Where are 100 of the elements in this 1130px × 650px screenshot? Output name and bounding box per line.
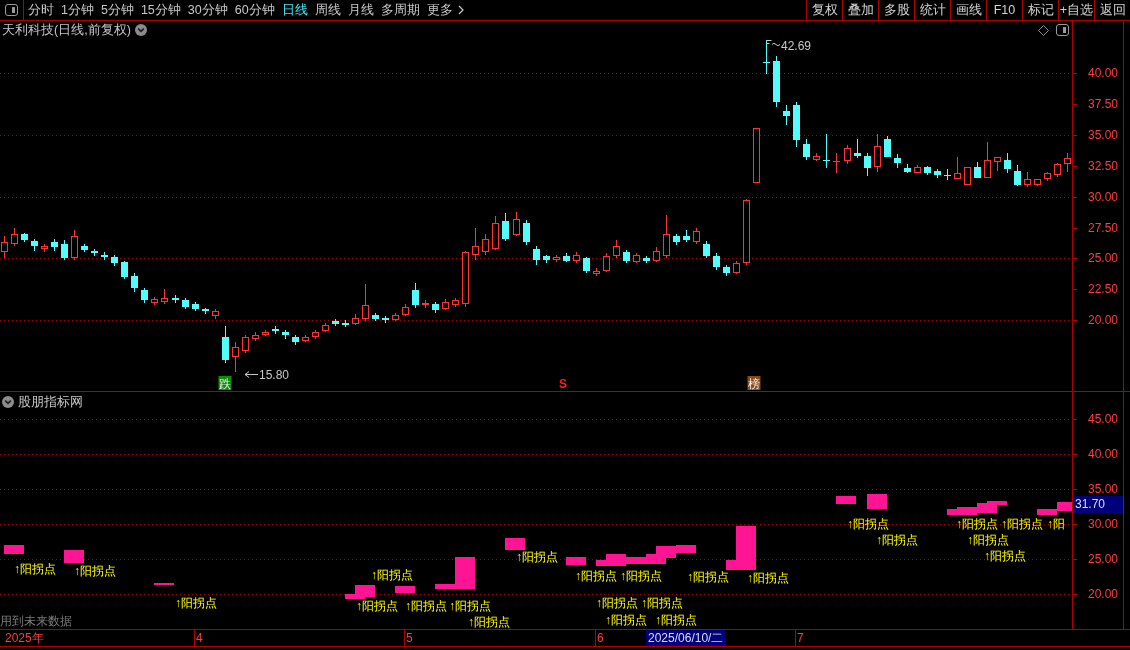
toolbar-button[interactable]: 多股 [878,0,914,20]
indicator-bar [64,550,84,563]
price-axis-label: 32.50 [1088,159,1119,173]
candle [643,255,650,264]
candle [723,264,730,277]
candle [1044,171,1051,182]
chevron-down-icon[interactable] [134,24,147,36]
candle [272,325,279,335]
toolbar-button[interactable]: 画线 [950,0,986,20]
candle [121,260,128,280]
candle [763,39,770,75]
toolbar-button[interactable]: 叠加 [842,0,878,20]
signal-label: ↑阳拐点 [356,599,398,613]
candle [864,152,871,177]
toolbar-button[interactable]: +自选 [1058,0,1094,20]
candle [31,238,38,252]
candle [422,299,429,309]
candle [974,161,981,179]
indicator-bar [154,583,174,585]
candle [262,329,269,337]
candle [894,153,901,169]
indicator-axis-label: 30.00 [1088,517,1119,531]
candle [914,164,921,174]
period-tab[interactable]: 日线 [281,0,308,20]
price-axis-label: 40.00 [1088,66,1119,80]
candle [793,101,800,148]
candle [161,288,168,305]
candle [583,256,590,274]
period-tab[interactable]: 多周期 [380,0,420,20]
candle [984,141,991,179]
candle [322,322,329,333]
candle [1054,162,1061,178]
candle [1004,152,1011,174]
candle [954,156,961,180]
panel-toggle-icon[interactable] [5,4,18,16]
high-price-label: 42.69 [781,39,812,53]
indicator-bar [566,557,586,565]
more-button[interactable]: 更多 [426,0,464,20]
period-tab[interactable]: 30分钟 [187,0,228,20]
candle [232,341,239,373]
period-tab[interactable]: 1分钟 [61,0,94,20]
candle [141,287,148,304]
candle [653,246,660,263]
signal-label: ↑阳拐点 [371,568,413,582]
candle [51,238,58,252]
candle [302,334,309,343]
left-arrow-icon [244,371,259,378]
candle [563,252,570,263]
candle [523,219,530,246]
signal-label: ↑阳拐点 [596,596,638,610]
candle [613,239,620,259]
signal-label: ↑阳拐点 [984,549,1026,563]
flag-icon [766,40,781,47]
toolbar-button[interactable]: 标记 [1022,0,1058,20]
toolbar-button[interactable]: 复权 [806,0,842,20]
diamond-icon[interactable] [1038,24,1049,36]
candle [593,267,600,277]
chevron-down-icon[interactable] [2,396,14,408]
signal-label: ↑阳拐点 [468,615,510,629]
period-tab[interactable]: 月线 [347,0,374,20]
candle [242,334,249,354]
period-tab[interactable]: 15分钟 [140,0,181,20]
candle [11,227,18,247]
period-tab[interactable]: 分时 [28,0,54,20]
candle [833,152,840,174]
candle [482,233,489,256]
price-axis-label: 35.00 [1088,128,1119,142]
signal-label: ↑阳拐点 [641,596,683,610]
period-tab[interactable]: 60分钟 [234,0,275,20]
toolbar-button[interactable]: F10 [986,0,1022,20]
candle [312,329,319,340]
signal-label: ↑阳拐点 [14,562,56,576]
event-badge: 跌 [218,376,232,391]
candle [462,250,469,308]
candle [513,211,520,237]
candle [783,104,790,126]
signal-label: ↑阳拐点 [655,613,697,627]
candle [382,315,389,324]
date-label: 7 [797,630,804,646]
panel-toggle-icon[interactable] [1056,24,1069,36]
candle [352,313,359,326]
candle [553,254,560,263]
signal-label: ↑阳拐点 [956,517,998,531]
candle [492,215,499,251]
chart-title: 天利科技(日线,前复权) [2,22,131,38]
future-data-note: 用到未来数据 [0,614,72,629]
toolbar-button[interactable]: 统计 [914,0,950,20]
signal-label: ↑阳拐点 [967,533,1009,547]
candle [292,334,299,346]
candle [743,198,750,266]
candle [713,252,720,271]
candle [41,243,48,253]
cursor-value-label: 31.70 [1073,496,1123,513]
period-tab[interactable]: 5分钟 [100,0,134,20]
price-axis-label: 22.50 [1088,282,1119,296]
period-tab[interactable]: 周线 [314,0,341,20]
candle [533,245,540,266]
toolbar-button[interactable]: 返回 [1094,0,1130,20]
signal-label: ↑阳拐点 [516,550,558,564]
candle [21,232,28,243]
